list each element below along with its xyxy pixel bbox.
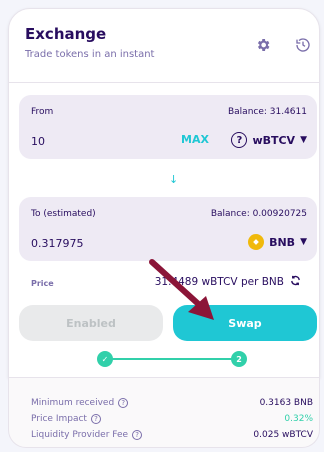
question-circle-icon[interactable]: ?	[132, 430, 143, 440]
history-icon[interactable]	[293, 35, 313, 55]
max-button[interactable]: MAX	[181, 133, 209, 146]
page-title: Exchange	[25, 25, 107, 43]
lp-fee-label: Liquidity Provider Fee	[31, 430, 129, 440]
to-amount-input[interactable]: 0.317975	[31, 237, 84, 250]
min-received-label: Minimum received	[31, 398, 115, 408]
exchange-card: Exchange Trade tokens in an instant From…	[8, 8, 320, 378]
trade-details: Minimum received ? 0.3163 BNB Price Impa…	[8, 378, 320, 448]
from-panel: From Balance: 31.4611 10 MAX ? wBTCV ▼	[19, 95, 317, 159]
progress-stepper: ✓ 2	[93, 351, 247, 367]
lp-fee-value: 0.025 wBTCV	[253, 430, 313, 440]
arrow-down-icon[interactable]: ↓	[169, 173, 178, 186]
refresh-icon[interactable]	[290, 275, 301, 289]
min-received-value: 0.3163 BNB	[259, 398, 313, 408]
enabled-button[interactable]: Enabled	[19, 305, 163, 341]
step-2-badge: 2	[231, 351, 247, 367]
from-balance: Balance: 31.4611	[227, 107, 307, 117]
bnb-coin-icon	[248, 234, 265, 250]
question-circle-icon[interactable]: ?	[90, 414, 101, 424]
from-token-select[interactable]: ? wBTCV ▼	[231, 130, 307, 150]
question-circle-icon: ?	[231, 132, 248, 148]
price-value: 31.4489 wBTCV per BNB	[154, 276, 284, 288]
min-received-row: Minimum received ? 0.3163 BNB	[31, 398, 313, 408]
gear-icon[interactable]	[253, 35, 273, 55]
to-balance: Balance: 0.00920725	[210, 209, 307, 219]
chevron-down-icon: ▼	[300, 135, 307, 145]
from-amount-input[interactable]: 10	[31, 135, 45, 148]
to-label: To (estimated)	[31, 209, 96, 219]
from-token-symbol: wBTCV	[252, 133, 296, 147]
step-1-check-icon: ✓	[97, 351, 113, 367]
to-token-symbol: BNB	[269, 235, 296, 249]
from-label: From	[31, 107, 54, 117]
chevron-down-icon: ▼	[300, 237, 307, 247]
to-token-select[interactable]: BNB ▼	[248, 232, 307, 252]
lp-fee-row: Liquidity Provider Fee ? 0.025 wBTCV	[31, 430, 313, 440]
page-subtitle: Trade tokens in an instant	[25, 49, 155, 60]
stepper-line	[107, 358, 233, 360]
question-circle-icon[interactable]: ?	[118, 398, 129, 408]
price-value-row: 31.4489 wBTCV per BNB	[155, 275, 301, 289]
price-impact-value: 0.32%	[284, 414, 313, 424]
price-impact-label: Price Impact	[31, 414, 87, 424]
to-panel: To (estimated) Balance: 0.00920725 0.317…	[19, 197, 317, 261]
exchange-header: Exchange Trade tokens in an instant	[9, 9, 319, 83]
price-label: Price	[31, 279, 54, 288]
swap-button[interactable]: Swap	[173, 305, 317, 341]
price-impact-row: Price Impact ? 0.32%	[31, 414, 313, 424]
